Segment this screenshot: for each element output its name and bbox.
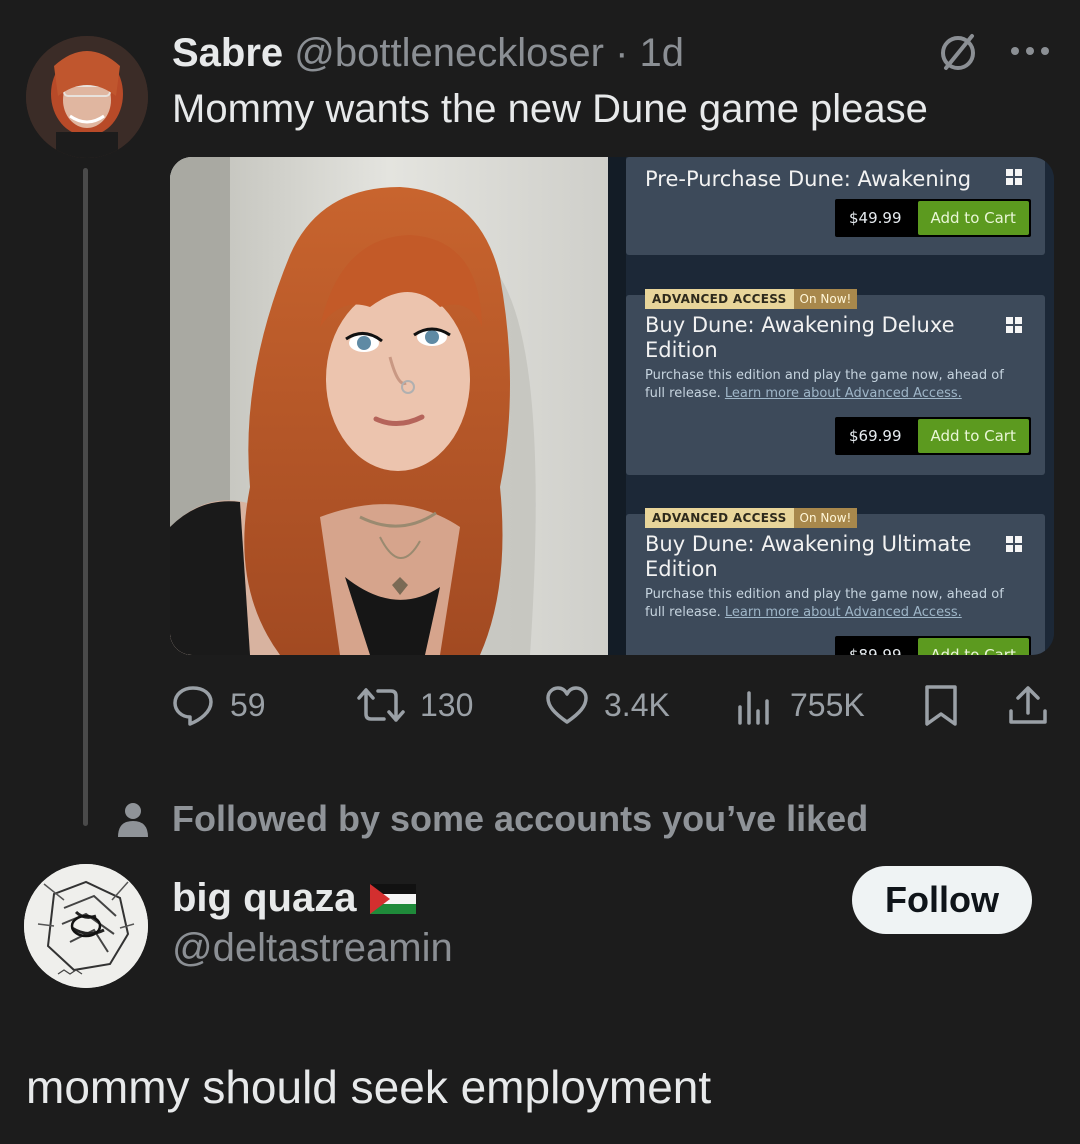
author-avatar[interactable] <box>26 36 148 158</box>
social-context: Followed by some accounts you’ve liked <box>116 798 868 840</box>
palestine-flag-icon <box>370 883 417 914</box>
views-icon <box>738 691 769 725</box>
repost-button[interactable]: 130 <box>356 678 473 732</box>
store-item-title-line2: Edition <box>645 557 718 581</box>
store-item-title-line2: Edition <box>645 338 718 362</box>
purchase-box: $69.99 Add to Cart <box>835 417 1031 455</box>
tweet-time[interactable]: 1d <box>640 31 685 75</box>
like-count: 3.4K <box>604 686 670 723</box>
suggested-user-handle[interactable]: @deltastreamin <box>172 926 453 971</box>
badge-label: ADVANCED ACCESS <box>645 289 794 309</box>
windows-icon <box>1006 317 1023 334</box>
store-item-title: Pre-Purchase Dune: Awakening <box>645 167 972 191</box>
view-count: 755K <box>790 686 865 723</box>
share-button[interactable] <box>1006 678 1050 732</box>
suggested-user-name-line: big quaza <box>172 876 417 921</box>
author-name[interactable]: Sabre <box>172 31 283 75</box>
price: $49.99 <box>849 209 902 227</box>
badge-status: On Now! <box>793 508 858 528</box>
more-options-icon[interactable] <box>1004 36 1056 66</box>
grok-icon[interactable] <box>936 30 980 74</box>
thread-line <box>83 168 88 826</box>
store-item-standard: Pre-Purchase Dune: Awakening $49.99 Add … <box>626 157 1045 255</box>
repost-icon <box>357 688 405 722</box>
bookmark-icon <box>925 685 957 726</box>
learn-more-link: Learn more about Advanced Access. <box>724 605 962 620</box>
windows-icon <box>1006 536 1023 553</box>
badge-status: On Now! <box>793 289 858 309</box>
media-divider <box>608 157 626 655</box>
tweet-author-line: Sabre @bottleneckloser · 1d <box>172 30 684 76</box>
tweet-text: Mommy wants the new Dune game please <box>172 87 928 131</box>
store-item-ultimate: ADVANCED ACCESS On Now! Buy Dune: Awaken… <box>626 508 1045 655</box>
reply-text: mommy should seek employment <box>26 1061 712 1113</box>
purchase-box: $49.99 Add to Cart <box>835 199 1031 237</box>
suggested-user-name[interactable]: big quaza <box>172 876 356 921</box>
price: $69.99 <box>849 427 902 445</box>
repost-count: 130 <box>420 686 474 723</box>
bookmark-button[interactable] <box>922 678 960 732</box>
social-context-text: Followed by some accounts you’ve liked <box>172 798 869 839</box>
like-button[interactable]: 3.4K <box>544 678 670 732</box>
badge-label: ADVANCED ACCESS <box>645 508 794 528</box>
learn-more-link: Learn more about Advanced Access. <box>724 386 962 401</box>
purchase-box: $89.99 Add to Cart <box>835 636 1031 655</box>
person-icon <box>118 803 148 837</box>
advanced-access-badge: ADVANCED ACCESS On Now! <box>645 289 858 309</box>
add-to-cart-button: Add to Cart <box>917 419 1029 453</box>
suggested-user-avatar[interactable] <box>24 864 148 988</box>
time-separator: · <box>603 31 640 75</box>
author-handle[interactable]: @bottleneckloser <box>294 31 604 75</box>
views-button[interactable]: 755K <box>732 678 865 732</box>
store-item-deluxe: ADVANCED ACCESS On Now! Buy Dune: Awaken… <box>626 289 1045 475</box>
selfie-photo[interactable] <box>170 157 608 655</box>
price: $89.99 <box>849 646 902 655</box>
add-to-cart-button: Add to Cart <box>917 201 1029 235</box>
windows-icon <box>1006 169 1023 186</box>
reply-icon <box>173 686 213 726</box>
tweet-media[interactable]: Pre-Purchase Dune: Awakening $49.99 Add … <box>170 157 1054 655</box>
store-item-title: Buy Dune: Awakening Deluxe <box>645 313 955 337</box>
reply-button[interactable]: 59 <box>170 678 266 732</box>
steam-store-screenshot: Pre-Purchase Dune: Awakening $49.99 Add … <box>626 157 1054 655</box>
share-icon <box>1009 686 1047 724</box>
tweet-actions: 59 130 3.4K 755K <box>170 678 1054 732</box>
store-item-description: Purchase this edition and play the game … <box>645 586 1025 622</box>
store-item-title: Buy Dune: Awakening Ultimate <box>645 532 972 556</box>
advanced-access-badge: ADVANCED ACCESS On Now! <box>645 508 858 528</box>
follow-button[interactable]: Follow <box>852 866 1032 934</box>
reply-count: 59 <box>230 686 266 723</box>
add-to-cart-button: Add to Cart <box>917 638 1029 655</box>
heart-icon <box>546 686 588 724</box>
store-item-description: Purchase this edition and play the game … <box>645 367 1025 403</box>
